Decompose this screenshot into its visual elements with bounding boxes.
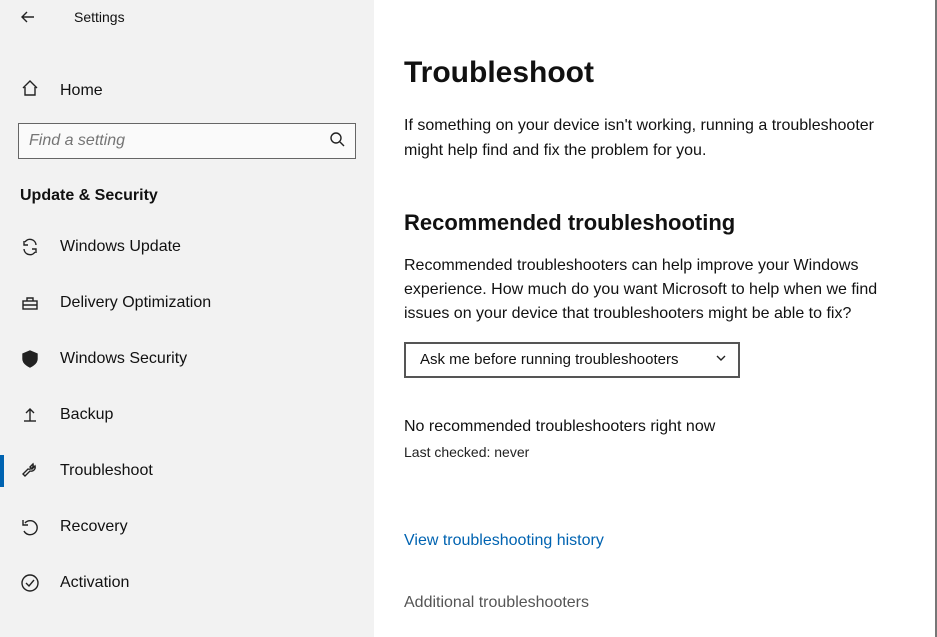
sync-icon <box>20 237 40 257</box>
search-input-wrap[interactable] <box>18 123 356 159</box>
last-checked-text: Last checked: never <box>404 444 907 460</box>
sidebar-item-windows-security[interactable]: Windows Security <box>0 331 374 387</box>
troubleshoot-policy-dropdown[interactable]: Ask me before running troubleshooters <box>404 342 740 378</box>
sidebar-item-backup[interactable]: Backup <box>0 387 374 443</box>
sidebar-item-delivery-optimization[interactable]: Delivery Optimization <box>0 275 374 331</box>
delivery-icon <box>20 293 40 313</box>
recommended-desc: Recommended troubleshooters can help imp… <box>404 254 904 326</box>
backup-icon <box>20 405 40 425</box>
home-icon <box>20 78 40 103</box>
app-title: Settings <box>74 9 125 25</box>
sidebar-item-recovery[interactable]: Recovery <box>0 499 374 555</box>
sidebar-item-label: Troubleshoot <box>60 462 153 480</box>
search-icon <box>329 131 345 152</box>
sidebar-item-label: Backup <box>60 406 113 424</box>
sidebar-home[interactable]: Home <box>0 64 374 117</box>
intro-text: If something on your device isn't workin… <box>404 114 904 164</box>
wrench-icon <box>20 461 40 481</box>
back-icon[interactable] <box>20 9 36 25</box>
shield-icon <box>20 349 40 369</box>
page-title: Troubleshoot <box>404 56 907 90</box>
sidebar-item-windows-update[interactable]: Windows Update <box>0 219 374 275</box>
sidebar-item-label: Windows Update <box>60 238 181 256</box>
sidebar-item-label: Recovery <box>60 518 128 536</box>
view-history-link[interactable]: View troubleshooting history <box>404 532 604 550</box>
check-circle-icon <box>20 573 40 593</box>
sidebar-section-title: Update & Security <box>20 187 374 205</box>
sidebar-item-troubleshoot[interactable]: Troubleshoot <box>0 443 374 499</box>
status-text: No recommended troubleshooters right now <box>404 418 907 436</box>
additional-troubleshooters-heading: Additional troubleshooters <box>404 594 907 612</box>
recovery-icon <box>20 517 40 537</box>
search-input[interactable] <box>29 132 329 150</box>
sidebar-item-label: Activation <box>60 574 129 592</box>
sidebar-item-activation[interactable]: Activation <box>0 555 374 611</box>
chevron-down-icon <box>714 351 728 369</box>
recommended-heading: Recommended troubleshooting <box>404 210 907 236</box>
sidebar-item-label: Delivery Optimization <box>60 294 211 312</box>
dropdown-value: Ask me before running troubleshooters <box>420 351 678 368</box>
sidebar-home-label: Home <box>60 82 103 100</box>
sidebar-item-label: Windows Security <box>60 350 187 368</box>
